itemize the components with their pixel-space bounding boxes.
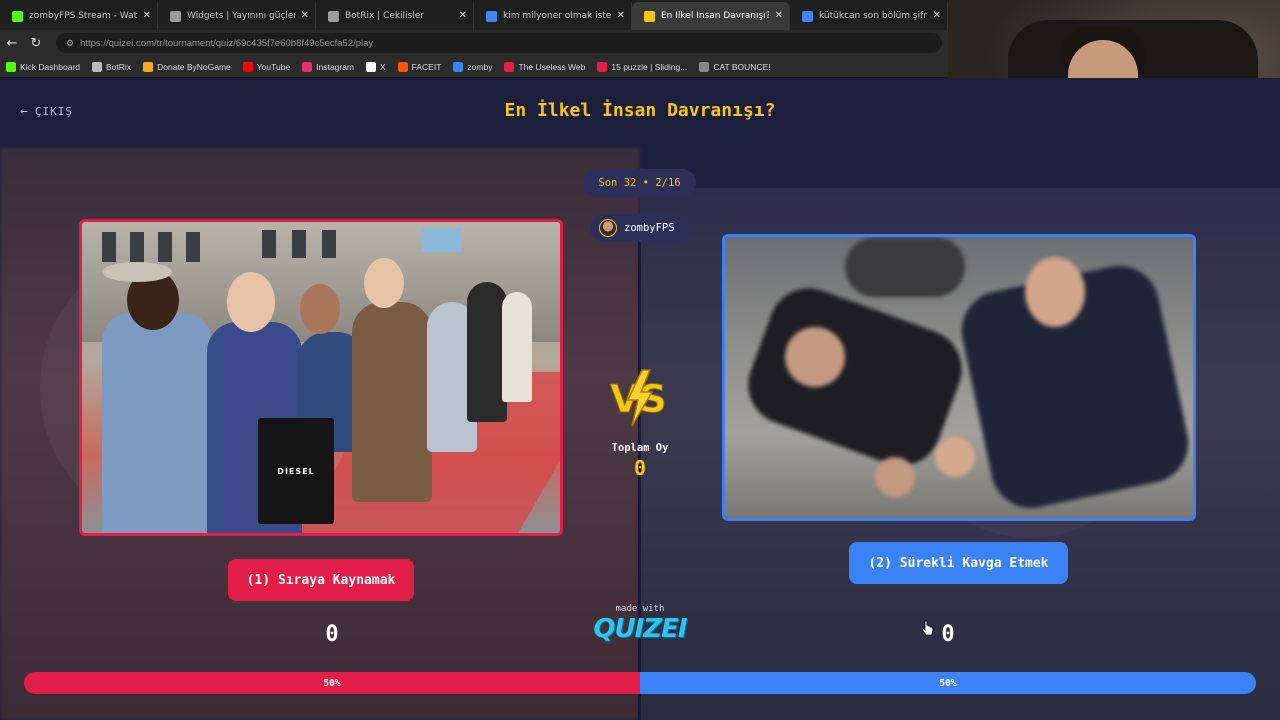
bookmark-label: CAT BOUNCE! <box>713 61 771 72</box>
url-field[interactable]: ⚙ https://quizei.com/tr/tournament/quiz/… <box>56 33 942 53</box>
bookmark-label: BotRix <box>106 61 132 72</box>
bookmark-item[interactable]: X <box>365 61 386 72</box>
browser-tab[interactable]: Widgets | Yayınını güçlendirmek i ✕ <box>158 2 316 30</box>
browser-tab[interactable]: En İlkel İnsan Davranışı? - Tier List ✕ <box>632 2 790 30</box>
quizei-logo[interactable]: QUIZEI <box>590 614 690 644</box>
option-1-button[interactable]: (1) Sıraya Kaynamak <box>228 559 414 601</box>
bookmark-icon <box>504 61 515 72</box>
option-1-vote-count: 0 <box>325 622 339 647</box>
bookmark-icon <box>365 61 376 72</box>
bookmark-item[interactable]: Donate ByNoGame <box>143 61 231 72</box>
browser-tab-bar: zombyFPS Stream - Watch Live on✕Widgets … <box>0 0 948 30</box>
option-1-progress: 50% <box>24 672 640 694</box>
bookmark-icon <box>242 61 253 72</box>
reload-icon[interactable]: ↻ <box>24 36 48 51</box>
option-1-image-card[interactable]: DIESEL <box>79 219 563 536</box>
bookmark-label: X <box>379 61 386 72</box>
bookmark-label: Donate ByNoGame <box>157 61 231 72</box>
bookmark-label: 15 puzzle | Sliding... <box>611 61 688 72</box>
avatar <box>599 219 617 237</box>
exit-label: ÇIKIŞ <box>34 105 73 118</box>
google-icon <box>486 10 497 22</box>
tab-title: zombyFPS Stream - Watch Live on <box>29 11 137 21</box>
close-tab-icon[interactable]: ✕ <box>933 10 941 21</box>
site-info-icon[interactable]: ⚙ <box>66 38 74 49</box>
browser-tab[interactable]: BotRix | Cekilisler ✕ <box>316 2 474 30</box>
page-title: En İlkel İnsan Davranışı? <box>504 100 776 121</box>
botrix-icon <box>170 10 181 22</box>
option-2-progress: 50% <box>640 672 1256 694</box>
botrix-icon <box>328 10 339 22</box>
arrow-left-icon: ← <box>20 104 29 119</box>
bookmark-label: Instagram <box>316 61 354 72</box>
address-bar: ← ↻ ⚙ https://quizei.com/tr/tournament/q… <box>0 30 948 56</box>
bookmark-item[interactable]: The Useless Web <box>504 61 586 72</box>
bookmark-item[interactable]: BotRix <box>92 61 132 72</box>
browser-tab[interactable]: kütükcan son bölüm şifresi - Goog ✕ <box>790 2 948 30</box>
bookmark-icon <box>699 61 710 72</box>
bookmark-item[interactable]: CAT BOUNCE! <box>699 61 771 72</box>
bookmark-item[interactable]: zomby <box>453 61 493 72</box>
total-votes-label: Toplam Oy <box>611 442 669 454</box>
bookmark-label: YouTube <box>256 61 291 72</box>
quiz-page: ← ÇIKIŞ En İlkel İnsan Davranışı? Son 32… <box>0 78 1280 720</box>
close-tab-icon[interactable]: ✕ <box>459 10 467 21</box>
vote-progress-bar: 50% 50% <box>24 672 1256 694</box>
bookmark-icon <box>6 61 16 72</box>
browser-tab[interactable]: kim milyoner olmak ister oyna - G ✕ <box>474 2 632 30</box>
url-text: https://quizei.com/tr/tournament/quiz/69… <box>80 37 374 49</box>
round-badge: Son 32 • 2/16 <box>583 169 696 197</box>
bookmark-icon <box>397 61 408 72</box>
option-2-button[interactable]: (2) Sürekli Kavga Etmek <box>849 542 1068 584</box>
bookmark-item[interactable]: Kick Dashboard <box>6 61 81 72</box>
total-votes-value: 0 <box>633 456 647 480</box>
bookmark-label: zomby <box>467 61 493 72</box>
tab-title: kütükcan son bölüm şifresi - Goog <box>819 11 927 21</box>
bookmark-item[interactable]: Instagram <box>302 61 354 72</box>
bookmarks-bar: Kick Dashboard BotRix Donate ByNoGame YouTu… <box>0 56 948 78</box>
bookmark-icon <box>92 61 103 72</box>
close-tab-icon[interactable]: ✕ <box>143 10 151 21</box>
bookmark-icon <box>453 61 464 72</box>
quizei-icon <box>644 10 655 22</box>
fight-photo <box>725 237 1193 518</box>
bookmark-item[interactable]: YouTube <box>242 61 291 72</box>
bookmark-label: FACEIT <box>411 61 442 72</box>
tab-title: kim milyoner olmak ister oyna - G <box>503 11 611 21</box>
vs-lightning-icon: VS <box>610 369 667 427</box>
google-icon <box>802 10 813 22</box>
made-with-label: made with <box>615 604 665 614</box>
option-2-image-card[interactable] <box>722 234 1196 521</box>
browser-tab[interactable]: zombyFPS Stream - Watch Live on ✕ <box>0 2 158 30</box>
bookmark-icon <box>597 61 608 72</box>
bookmark-icon <box>302 61 313 72</box>
bookmark-icon <box>143 61 154 72</box>
bookmark-label: The Useless Web <box>518 61 586 72</box>
tab-title: BotRix | Cekilisler <box>345 11 425 21</box>
shopping-bag: DIESEL <box>258 418 334 524</box>
tab-title: Widgets | Yayınını güçlendirmek i <box>187 11 295 21</box>
close-tab-icon[interactable]: ✕ <box>301 10 309 21</box>
kick-icon <box>12 10 23 22</box>
bookmark-label: Kick Dashboard <box>20 61 81 72</box>
close-tab-icon[interactable]: ✕ <box>775 10 783 21</box>
queue-photo: DIESEL <box>82 222 560 533</box>
tab-title: En İlkel İnsan Davranışı? - Tier List <box>661 11 769 21</box>
username: zombyFPS <box>624 222 675 234</box>
close-tab-icon[interactable]: ✕ <box>617 10 625 21</box>
mouse-cursor-icon <box>922 620 934 636</box>
exit-button[interactable]: ← ÇIKIŞ <box>20 104 73 119</box>
back-arrow-icon[interactable]: ← <box>0 36 24 51</box>
user-badge: zombyFPS <box>590 214 690 242</box>
bookmark-item[interactable]: 15 puzzle | Sliding... <box>597 61 688 72</box>
bookmark-item[interactable]: FACEIT <box>397 61 442 72</box>
